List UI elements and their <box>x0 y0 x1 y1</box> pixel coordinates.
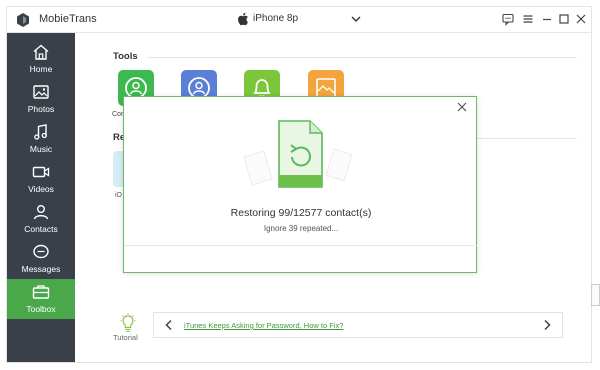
sidebar-item-label: Messages <box>21 264 61 274</box>
sidebar-item-label: Home <box>29 64 53 74</box>
tip-carousel: iTunes Keeps Asking for Password, How to… <box>153 312 563 338</box>
close-icon[interactable] <box>574 12 588 26</box>
apple-icon <box>238 12 248 26</box>
app-logo-icon <box>17 13 29 27</box>
toolbox-icon <box>32 285 50 299</box>
photos-icon <box>33 85 49 99</box>
tools-heading: Tools <box>113 51 138 62</box>
device-selector[interactable]: iPhone 8p <box>237 11 363 29</box>
title-bar: MobieTrans iPhone 8p <box>7 7 591 33</box>
sidebar-item-toolbox[interactable]: Toolbox <box>7 279 75 319</box>
maximize-icon[interactable] <box>557 12 571 26</box>
restore-substatus: Ignore 39 repeated... <box>263 224 339 233</box>
sidebar-item-home[interactable]: Home <box>7 39 75 79</box>
menu-icon[interactable] <box>521 12 535 26</box>
home-icon <box>33 44 49 60</box>
app-title: MobieTrans <box>39 13 97 25</box>
sidebar-item-photos[interactable]: Photos <box>7 79 75 119</box>
music-icon <box>34 124 47 140</box>
sidebar-item-messages[interactable]: Messages <box>7 239 75 279</box>
feedback-icon[interactable] <box>501 12 515 26</box>
sidebar-item-label: Photos <box>27 104 55 114</box>
sidebar-item-contacts[interactable]: Contacts <box>7 199 75 239</box>
minimize-icon[interactable] <box>540 12 554 26</box>
sidebar-item-videos[interactable]: Videos <box>7 159 75 199</box>
restore-document-icon <box>243 120 353 188</box>
ios-tool-label: iO <box>115 192 122 199</box>
chevron-right-icon[interactable] <box>542 319 552 331</box>
dialog-divider <box>124 245 478 246</box>
section-divider <box>147 57 577 58</box>
sidebar-item-label: Toolbox <box>26 304 56 314</box>
sidebar: Home Photos Music Videos Contacts Messag… <box>7 33 75 362</box>
tutorial-label: Tutorial <box>113 333 138 342</box>
tip-link[interactable]: iTunes Keeps Asking for Password, How to… <box>184 321 343 330</box>
restore-progress-dialog: Restoring 99/12577 contact(s) Ignore 39 … <box>123 96 478 273</box>
messages-icon <box>33 244 49 259</box>
video-camera-icon <box>32 166 50 178</box>
restore-status: Restoring 99/12577 contact(s) <box>230 207 372 219</box>
edge-widget[interactable] <box>591 284 600 306</box>
sidebar-item-label: Videos <box>28 184 54 194</box>
device-name: iPhone 8p <box>253 13 299 24</box>
chevron-down-icon <box>351 16 361 22</box>
sidebar-item-label: Music <box>29 144 53 154</box>
sidebar-item-music[interactable]: Music <box>7 119 75 159</box>
sidebar-item-label: Contacts <box>24 224 58 234</box>
lightbulb-icon <box>120 313 136 332</box>
contacts-icon <box>33 205 49 220</box>
close-icon[interactable] <box>456 101 468 113</box>
chevron-left-icon[interactable] <box>164 319 174 331</box>
